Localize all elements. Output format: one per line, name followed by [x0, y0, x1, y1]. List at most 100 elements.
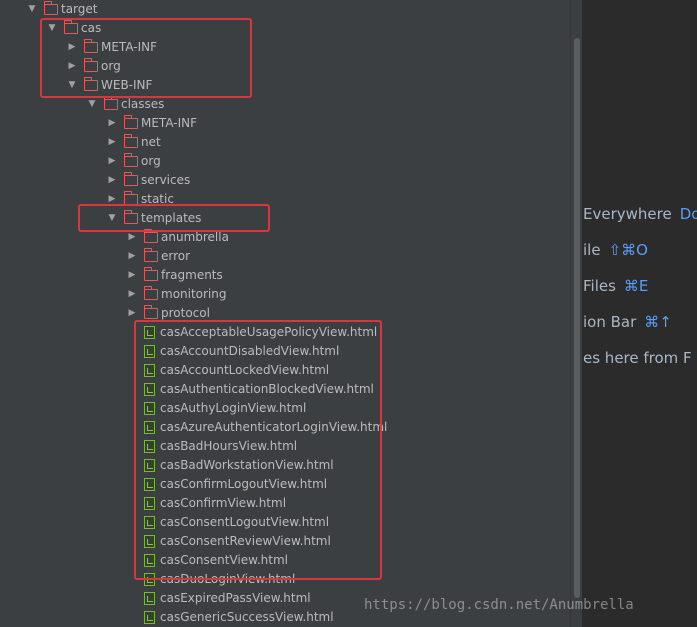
- collapse-arrow-right-icon[interactable]: ▶: [126, 266, 138, 285]
- tree-item-label: casConsentLogoutView.html: [160, 515, 330, 529]
- html-file-icon: [144, 516, 155, 529]
- file-item-casexpiredpassview-html[interactable]: casExpiredPassView.html: [126, 589, 311, 608]
- folder-icon: [143, 305, 158, 319]
- tree-item-label: target: [61, 2, 98, 16]
- folder-item-templates[interactable]: ▼ templates: [106, 209, 201, 228]
- folder-item-target[interactable]: ▼ target: [26, 0, 98, 19]
- folder-item-org[interactable]: ▶ org: [66, 57, 121, 76]
- tree-item-label: casConfirmView.html: [160, 496, 287, 510]
- folder-icon: [83, 77, 98, 91]
- html-file-icon: [144, 421, 155, 434]
- file-item-casconfirmview-html[interactable]: casConfirmView.html: [126, 494, 286, 513]
- expand-arrow-down-icon[interactable]: ▼: [66, 76, 78, 95]
- tree-item-label: casAzureAuthenticatorLoginView.html: [160, 420, 388, 434]
- collapse-arrow-right-icon[interactable]: ▶: [106, 152, 118, 171]
- folder-item-monitoring[interactable]: ▶ monitoring: [126, 285, 227, 304]
- hint-text: Everywhere: [583, 205, 672, 223]
- file-item-casauthyloginview-html[interactable]: casAuthyLoginView.html: [126, 399, 306, 418]
- file-item-casbadhoursview-html[interactable]: casBadHoursView.html: [126, 437, 297, 456]
- collapse-arrow-right-icon[interactable]: ▶: [126, 285, 138, 304]
- collapse-arrow-right-icon[interactable]: ▶: [66, 57, 78, 76]
- folder-item-cas[interactable]: ▼ cas: [46, 19, 101, 38]
- folder-item-protocol[interactable]: ▶ protocol: [126, 304, 210, 323]
- tree-item-label: org: [141, 154, 161, 168]
- file-item-casacceptableusagepolicyview-html[interactable]: casAcceptableUsagePolicyView.html: [126, 323, 377, 342]
- folder-item-anumbrella[interactable]: ▶ anumbrella: [126, 228, 229, 247]
- folder-item-classes[interactable]: ▼ classes: [86, 95, 164, 114]
- collapse-arrow-right-icon[interactable]: ▶: [126, 304, 138, 323]
- html-file-icon: [144, 383, 155, 396]
- scrollbar-thumb[interactable]: [574, 38, 580, 598]
- folder-item-meta-inf[interactable]: ▶ META-INF: [106, 114, 197, 133]
- tree-item-label: casDuoLoginView.html: [160, 572, 296, 586]
- folder-item-error[interactable]: ▶ error: [126, 247, 190, 266]
- folder-icon: [83, 58, 98, 72]
- watermark: https://blog.csdn.net/Anumbrella: [364, 597, 634, 613]
- file-item-casgenericsuccessview-html[interactable]: casGenericSuccessView.html: [126, 608, 334, 627]
- folder-item-meta-inf[interactable]: ▶ META-INF: [66, 38, 157, 57]
- editor-hint-1: ile ⇧⌘O: [583, 241, 648, 259]
- folder-item-web-inf[interactable]: ▼ WEB-INF: [66, 76, 152, 95]
- editor-empty-hints: Everywhere Do ile ⇧⌘O Files ⌘E ion Bar ⌘↑ es her…: [582, 0, 697, 627]
- editor-hint-4: es here from F: [583, 349, 692, 367]
- file-item-casduologinview-html[interactable]: casDuoLoginView.html: [126, 570, 295, 589]
- tree-item-label: casAcceptableUsagePolicyView.html: [160, 325, 378, 339]
- html-file-icon: [144, 402, 155, 415]
- collapse-arrow-right-icon[interactable]: ▶: [106, 114, 118, 133]
- collapse-arrow-right-icon[interactable]: ▶: [106, 190, 118, 209]
- project-tree[interactable]: ▼ target ▼ cas ▶ META-INF ▶ org ▼ WEB-INF ▼ classes…: [0, 0, 570, 627]
- html-file-icon: [144, 459, 155, 472]
- file-item-casazureauthenticatorloginview-html[interactable]: casAzureAuthenticatorLoginView.html: [126, 418, 387, 437]
- file-item-casauthenticationblockedview-html[interactable]: casAuthenticationBlockedView.html: [126, 380, 374, 399]
- expand-arrow-down-icon[interactable]: ▼: [106, 209, 118, 228]
- folder-icon: [143, 267, 158, 281]
- hint-shortcut: ⌘E: [623, 277, 649, 295]
- tree-item-label: casAuthenticationBlockedView.html: [160, 382, 374, 396]
- tree-item-label: casGenericSuccessView.html: [160, 610, 334, 624]
- collapse-arrow-right-icon[interactable]: ▶: [126, 247, 138, 266]
- folder-item-static[interactable]: ▶ static: [106, 190, 174, 209]
- collapse-arrow-right-icon[interactable]: ▶: [66, 38, 78, 57]
- html-file-icon: [144, 592, 155, 605]
- folder-item-net[interactable]: ▶ net: [106, 133, 161, 152]
- file-item-casaccountdisabledview-html[interactable]: casAccountDisabledView.html: [126, 342, 339, 361]
- expand-arrow-down-icon[interactable]: ▼: [46, 19, 58, 38]
- hint-text: ion Bar: [583, 313, 637, 331]
- collapse-arrow-right-icon[interactable]: ▶: [126, 228, 138, 247]
- folder-item-fragments[interactable]: ▶ fragments: [126, 266, 223, 285]
- collapse-arrow-right-icon[interactable]: ▶: [106, 171, 118, 190]
- tree-item-label: cas: [81, 21, 102, 35]
- tree-item-label: fragments: [161, 268, 223, 282]
- file-item-casaccountlockedview-html[interactable]: casAccountLockedView.html: [126, 361, 329, 380]
- file-item-casconsentview-html[interactable]: casConsentView.html: [126, 551, 288, 570]
- folder-icon: [103, 96, 118, 110]
- file-item-casconsentlogoutview-html[interactable]: casConsentLogoutView.html: [126, 513, 329, 532]
- folder-icon: [123, 115, 138, 129]
- collapse-arrow-right-icon[interactable]: ▶: [106, 133, 118, 152]
- html-file-icon: [144, 440, 155, 453]
- html-file-icon: [144, 478, 155, 491]
- tree-item-label: anumbrella: [161, 230, 229, 244]
- folder-item-services[interactable]: ▶ services: [106, 171, 190, 190]
- hint-shortcut: ⌘↑: [644, 313, 672, 331]
- tree-item-label: casAccountDisabledView.html: [160, 344, 340, 358]
- file-item-casconfirmlogoutview-html[interactable]: casConfirmLogoutView.html: [126, 475, 327, 494]
- folder-icon: [63, 20, 78, 34]
- expand-arrow-down-icon[interactable]: ▼: [26, 0, 38, 19]
- file-item-casconsentreviewview-html[interactable]: casConsentReviewView.html: [126, 532, 331, 551]
- tree-item-label: error: [161, 249, 191, 263]
- expand-arrow-down-icon[interactable]: ▼: [86, 95, 98, 114]
- tree-item-label: WEB-INF: [101, 78, 153, 92]
- file-item-casbadworkstationview-html[interactable]: casBadWorkstationView.html: [126, 456, 334, 475]
- editor-hint-0: Everywhere Do: [583, 205, 697, 223]
- folder-icon: [143, 229, 158, 243]
- html-file-icon: [144, 497, 155, 510]
- folder-item-org[interactable]: ▶ org: [106, 152, 161, 171]
- folder-icon: [123, 210, 138, 224]
- tree-item-label: casAuthyLoginView.html: [160, 401, 307, 415]
